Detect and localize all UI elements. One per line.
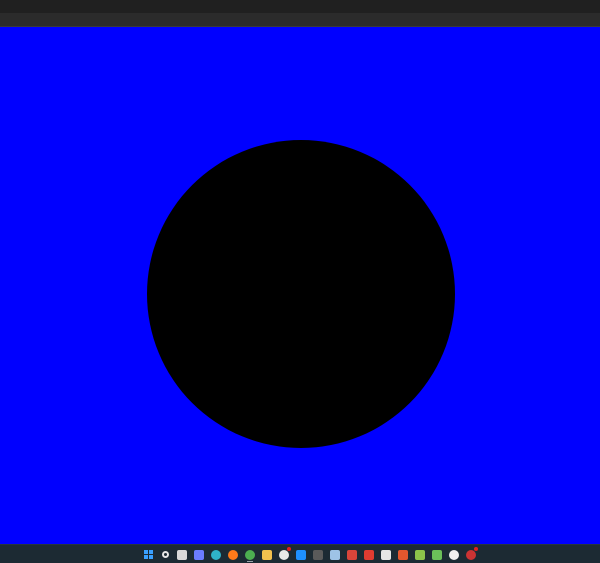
edge-icon-glyph (211, 549, 221, 560)
black-circle (147, 140, 455, 448)
screen (0, 0, 600, 563)
app-red-icon-glyph (364, 549, 374, 560)
app-notification-icon[interactable] (463, 547, 479, 562)
file-explorer-icon[interactable] (259, 547, 275, 562)
chrome-icon-glyph (245, 549, 255, 560)
unreal-icon-glyph (449, 549, 459, 560)
windows-start-icon[interactable] (140, 547, 156, 562)
app-lime-icon-glyph (432, 549, 442, 560)
edge-icon[interactable] (208, 547, 224, 562)
file-explorer-icon-glyph (262, 549, 272, 560)
task-view-icon[interactable] (174, 547, 190, 562)
notepad-icon[interactable] (327, 547, 343, 562)
taskbar-icons (140, 547, 479, 562)
app-notification-icon-glyph (466, 549, 476, 560)
notification-badge (474, 547, 478, 551)
window-toolbar-strip (0, 13, 600, 27)
chat-icon[interactable] (191, 547, 207, 562)
active-indicator (247, 561, 253, 562)
chat-icon-glyph (194, 549, 204, 560)
notion-icon[interactable] (378, 547, 394, 562)
search-icon-glyph (161, 551, 169, 558)
taskbar (0, 544, 600, 563)
notepad-icon-glyph (330, 549, 340, 560)
app-green-icon[interactable] (412, 547, 428, 562)
canvas-area (0, 27, 600, 544)
notification-badge (287, 547, 291, 551)
firefox-icon-glyph (228, 549, 238, 560)
app-lime-icon[interactable] (429, 547, 445, 562)
app-orange-icon[interactable] (395, 547, 411, 562)
app-red-icon[interactable] (361, 547, 377, 562)
vscode-icon[interactable] (293, 547, 309, 562)
chrome-icon[interactable] (242, 547, 258, 562)
terminal-icon-glyph (313, 549, 323, 560)
app-badge-icon[interactable] (276, 547, 292, 562)
unreal-icon[interactable] (446, 547, 462, 562)
vscode-icon-glyph (296, 549, 306, 560)
search-icon[interactable] (157, 547, 173, 562)
windows-start-icon-glyph (143, 550, 153, 559)
app-green-icon-glyph (415, 549, 425, 560)
app-m-icon-glyph (347, 549, 357, 560)
terminal-icon[interactable] (310, 547, 326, 562)
task-view-icon-glyph (177, 549, 187, 560)
firefox-icon[interactable] (225, 547, 241, 562)
window-title-bar (0, 0, 600, 13)
app-m-icon[interactable] (344, 547, 360, 562)
notion-icon-glyph (381, 549, 391, 560)
app-orange-icon-glyph (398, 549, 408, 560)
app-badge-icon-glyph (279, 549, 289, 560)
